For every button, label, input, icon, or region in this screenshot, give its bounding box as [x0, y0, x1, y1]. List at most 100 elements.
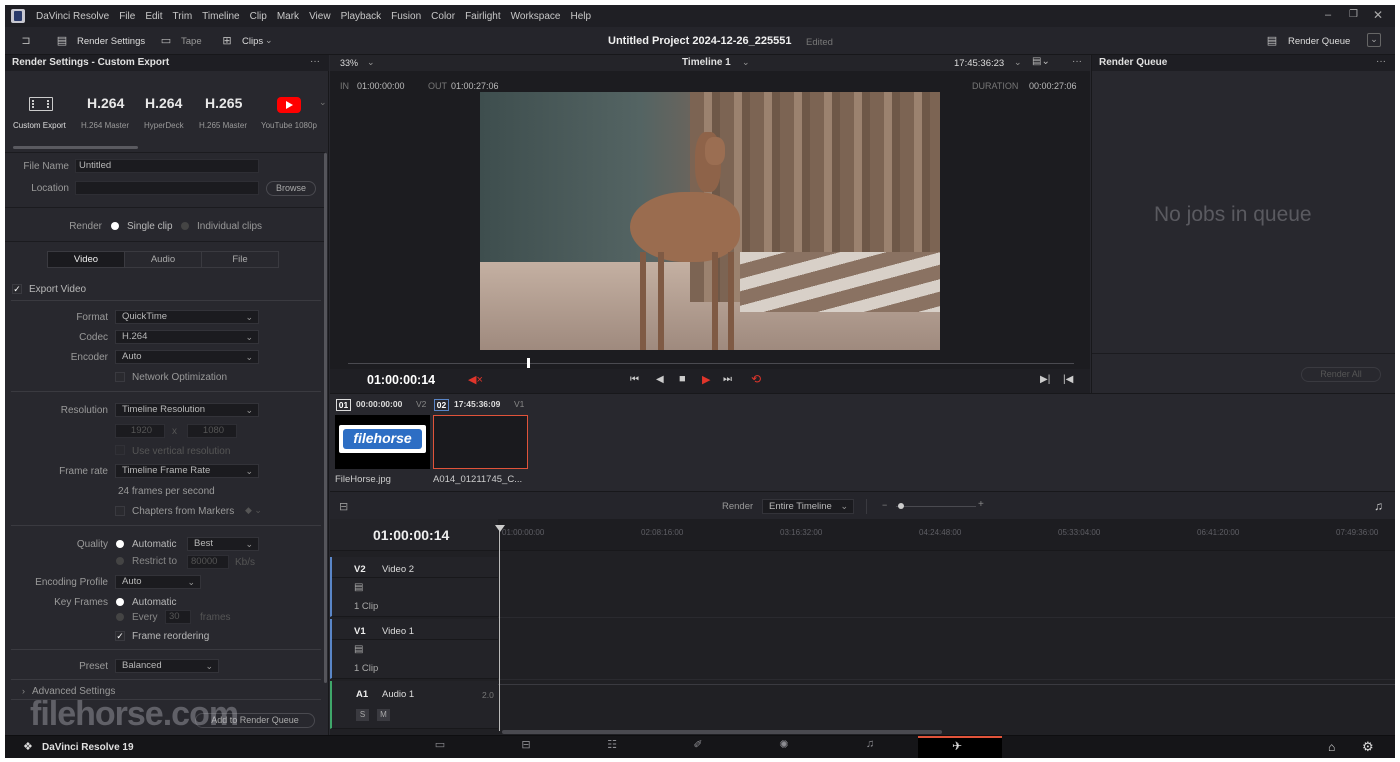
render-settings-icon[interactable]: ▤	[55, 35, 69, 47]
menu-mark[interactable]: Mark	[272, 11, 304, 22]
track-header-a1[interactable]: A1 Audio 1 2.0 S M	[330, 681, 498, 729]
mark-out-icon[interactable]: |◀	[1063, 374, 1073, 385]
track-header-v1[interactable]: V1 Video 1 ▤ 1 Clip	[330, 619, 498, 679]
go-to-last-frame-icon[interactable]: ⏭	[723, 374, 732, 385]
edit-page-icon[interactable]: ☷	[569, 738, 655, 751]
menu-timeline[interactable]: Timeline	[197, 11, 244, 22]
track-header-v2[interactable]: V2 Video 2 ▤ 1 Clip	[330, 557, 498, 617]
render-all-button[interactable]: Render All	[1301, 367, 1381, 382]
clips-toggle[interactable]: Clips	[242, 36, 263, 47]
gear-icon[interactable]: ⚙	[1362, 739, 1374, 755]
tape-icon[interactable]: ▭	[159, 35, 173, 47]
menu-file[interactable]: File	[114, 11, 140, 22]
solo-button[interactable]: S	[356, 709, 369, 721]
individual-clips-radio[interactable]	[181, 222, 189, 230]
tape-toggle[interactable]: Tape	[181, 36, 202, 47]
loop-icon[interactable]: ⟲	[751, 372, 761, 386]
custom-export-caption[interactable]: Custom Export	[13, 121, 66, 130]
frame-reordering-checkbox[interactable]: ✓	[115, 631, 125, 641]
menu-workspace[interactable]: Workspace	[506, 11, 566, 22]
cut-page-icon[interactable]: ⊟	[483, 738, 569, 751]
resolution-height-input[interactable]: 1080	[187, 424, 237, 438]
clip-1-thumbnail[interactable]: filehorse	[335, 415, 430, 469]
settings-scrollbar[interactable]	[324, 153, 327, 683]
tab-file[interactable]: File	[201, 252, 278, 267]
encoding-profile-select[interactable]: Auto ⌄	[115, 575, 201, 589]
restrict-to-radio[interactable]	[116, 557, 124, 565]
timeline-chevron-down-icon[interactable]: ⌄	[742, 57, 750, 68]
zoom-slider-handle[interactable]	[898, 503, 904, 509]
viewer-layout-icon[interactable]: ▤⌄	[1032, 56, 1050, 67]
key-frames-every-label[interactable]: Every	[132, 612, 158, 623]
play-reverse-icon[interactable]: ◀	[656, 374, 664, 385]
maximize-icon[interactable]: ❐	[1349, 9, 1358, 20]
resolution-select[interactable]: Timeline Resolution ⌄	[115, 403, 259, 417]
export-video-checkbox[interactable]: ✓	[12, 284, 22, 294]
custom-export-icon[interactable]	[29, 97, 53, 111]
menu-view[interactable]: View	[304, 11, 336, 22]
menu-trim[interactable]: Trim	[168, 11, 198, 22]
mark-in-icon[interactable]: ▶|	[1040, 374, 1050, 385]
close-icon[interactable]: ✕	[1373, 8, 1383, 22]
menu-edit[interactable]: Edit	[140, 11, 167, 22]
menu-playback[interactable]: Playback	[336, 11, 387, 22]
viewer-playhead[interactable]	[527, 358, 530, 368]
menu-clip[interactable]: Clip	[245, 11, 272, 22]
browse-button[interactable]: Browse	[266, 181, 316, 196]
timecode-chevron-down-icon[interactable]: ⌄	[1014, 57, 1022, 68]
file-name-input[interactable]: Untitled	[75, 159, 259, 173]
preset-h264-master[interactable]: H.264	[87, 95, 124, 111]
timeline-scrollbar[interactable]	[502, 730, 942, 734]
render-queue-options-icon[interactable]: ···	[1376, 56, 1386, 67]
presets-chevron-icon[interactable]: ⌄	[319, 97, 327, 108]
chapters-checkbox[interactable]	[115, 506, 125, 516]
menu-help[interactable]: Help	[565, 11, 596, 22]
fusion-page-icon[interactable]: ✐	[655, 738, 741, 751]
clip-2-thumbnail[interactable]	[433, 415, 528, 469]
zoom-select[interactable]: 33%	[340, 58, 358, 68]
playhead-handle-icon[interactable]	[495, 525, 505, 532]
timeline-ruler[interactable]: 01:00:00:00 02:08:16:00 03:16:32:00 04:2…	[498, 519, 1395, 551]
collapse-chevron-icon[interactable]: ⌄	[1367, 33, 1381, 47]
quality-automatic-radio[interactable]	[116, 540, 124, 548]
color-page-icon[interactable]: ✺	[741, 738, 827, 751]
render-queue-toggle[interactable]: Render Queue	[1288, 36, 1350, 47]
key-frames-automatic-radio[interactable]	[116, 598, 124, 606]
track-v1-name[interactable]: Video 1	[382, 626, 414, 637]
minimize-icon[interactable]: –	[1325, 9, 1331, 21]
preset-h265-master[interactable]: H.265	[205, 95, 242, 111]
zoom-slider-track[interactable]	[896, 506, 976, 507]
format-select[interactable]: QuickTime ⌄	[115, 310, 259, 324]
go-to-first-frame-icon[interactable]: ⏮	[630, 374, 639, 385]
viewer-options-icon[interactable]: ···	[1072, 56, 1082, 67]
fairlight-page-icon[interactable]: ♫	[827, 738, 913, 750]
deliver-page-icon[interactable]: ✈	[952, 739, 962, 753]
track-a1-name[interactable]: Audio 1	[382, 689, 414, 700]
key-frames-every-radio[interactable]	[116, 613, 124, 621]
single-clip-label[interactable]: Single clip	[127, 221, 173, 232]
menu-color[interactable]: Color	[426, 11, 460, 22]
encoder-select[interactable]: Auto ⌄	[115, 350, 259, 364]
mute-icon[interactable]: ◀×	[468, 373, 483, 386]
restrict-bitrate-input[interactable]: 80000	[187, 555, 229, 569]
source-timecode[interactable]: 17:45:36:23	[954, 58, 1004, 69]
layout-toggle-icon[interactable]: ⊐	[19, 35, 33, 47]
timeline-options-icon[interactable]: ⊟	[339, 500, 348, 513]
quality-automatic-label[interactable]: Automatic	[132, 539, 176, 550]
tab-audio[interactable]: Audio	[124, 252, 201, 267]
preset-select[interactable]: Balanced ⌄	[115, 659, 219, 673]
clips-chevron-down-icon[interactable]: ⌄	[265, 35, 273, 46]
menu-fairlight[interactable]: Fairlight	[460, 11, 506, 22]
zoom-out-icon[interactable]: −	[882, 500, 887, 510]
clips-icon[interactable]: ⊞	[217, 35, 237, 47]
mute-button[interactable]: M	[377, 709, 390, 721]
timeline-name[interactable]: Timeline 1	[682, 57, 731, 68]
menu-fusion[interactable]: Fusion	[386, 11, 426, 22]
render-settings-toggle[interactable]: Render Settings	[77, 36, 145, 47]
key-frames-every-input[interactable]: 30	[165, 610, 191, 624]
timeline-playhead[interactable]	[499, 525, 500, 731]
media-page-icon[interactable]: ▭	[397, 738, 483, 751]
render-range-select[interactable]: Entire Timeline ⌄	[762, 499, 854, 514]
resolution-width-input[interactable]: 1920	[115, 424, 165, 438]
render-queue-icon[interactable]: ▤	[1265, 35, 1279, 47]
